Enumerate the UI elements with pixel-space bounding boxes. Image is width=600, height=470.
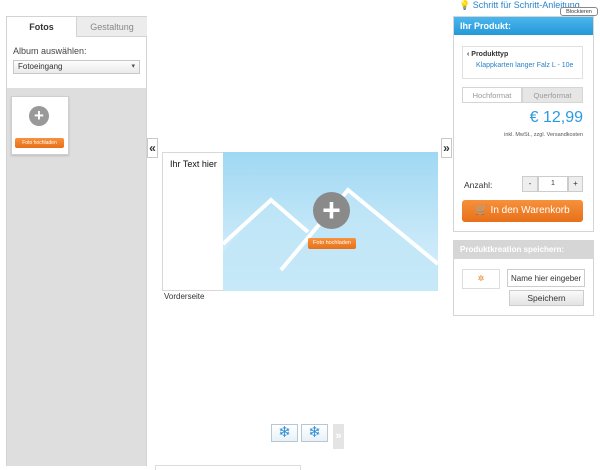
- album-select-value: Fotoeingang: [18, 62, 63, 71]
- album-select[interactable]: Fotoeingang ▾: [13, 60, 140, 74]
- upload-photo-button[interactable]: Foto hochladen: [15, 138, 64, 148]
- collapse-left-panel-button[interactable]: «: [147, 138, 158, 158]
- snowflake-icon[interactable]: ❄: [271, 424, 298, 442]
- add-photo-icon[interactable]: +: [29, 106, 49, 126]
- tab-gestaltung[interactable]: Gestaltung: [77, 17, 147, 37]
- creation-name-input[interactable]: [507, 269, 585, 287]
- card-text-field[interactable]: Ihr Text hier: [170, 159, 217, 169]
- product-type-link[interactable]: Klappkarten langer Falz L - 10e: [476, 62, 573, 69]
- product-type-box[interactable]: ‹ Produkttyp Klappkarten langer Falz L -…: [462, 46, 583, 79]
- save-creation-panel: Produktkreation speichern: ✲ Speichern: [453, 240, 594, 316]
- quantity-increase-button[interactable]: +: [568, 176, 583, 192]
- format-portrait-button[interactable]: Hochformat: [462, 87, 522, 103]
- chevron-down-icon: ▾: [131, 63, 135, 70]
- snowflake-icon[interactable]: ❄: [301, 424, 328, 442]
- photo-upload-card[interactable]: + Foto hochladen: [11, 96, 69, 155]
- quantity-decrease-button[interactable]: -: [522, 176, 538, 192]
- creation-thumbnail: ✲: [462, 269, 500, 289]
- add-to-cart-label: In den Warenkorb: [490, 205, 570, 216]
- cart-icon: 🛒: [475, 205, 488, 216]
- product-type-label-text: Produkttyp: [471, 51, 509, 58]
- photos-panel: Fotos Gestaltung Album auswählen: Fotoei…: [6, 16, 147, 466]
- photo-drop-zone[interactable]: + Foto hochladen: [223, 152, 438, 291]
- price: € 12,99: [529, 109, 583, 126]
- save-button[interactable]: Speichern: [509, 290, 584, 306]
- block-button[interactable]: Blockieren: [560, 7, 598, 16]
- save-panel-header: Produktkreation speichern:: [454, 241, 593, 259]
- lightbulb-icon: 💡: [459, 0, 471, 10]
- format-landscape-button[interactable]: Querformat: [522, 87, 583, 103]
- photo-library-area: + Foto hochladen: [7, 88, 146, 466]
- tax-note: inkl. MwSt., zzgl. Versandkosten: [504, 132, 583, 138]
- collapse-right-panel-button[interactable]: »: [441, 138, 452, 158]
- add-photo-icon[interactable]: +: [313, 192, 350, 229]
- tab-fotos[interactable]: Fotos: [7, 17, 77, 37]
- quantity-input[interactable]: 1: [538, 176, 568, 192]
- quantity-label: Anzahl:: [464, 180, 493, 190]
- product-panel: Ihr Produkt: ‹ Produkttyp Klappkarten la…: [453, 16, 594, 232]
- product-type-label: ‹ Produkttyp: [467, 51, 508, 58]
- upload-photo-button[interactable]: Foto hochladen: [308, 238, 356, 249]
- next-side-button[interactable]: »: [333, 424, 344, 449]
- product-panel-header: Ihr Produkt:: [454, 17, 593, 35]
- side-label: Vorderseite: [164, 292, 205, 301]
- add-to-cart-button[interactable]: 🛒 In den Warenkorb: [462, 200, 583, 222]
- album-label: Album auswählen:: [13, 46, 87, 56]
- bottom-divider: [155, 465, 301, 470]
